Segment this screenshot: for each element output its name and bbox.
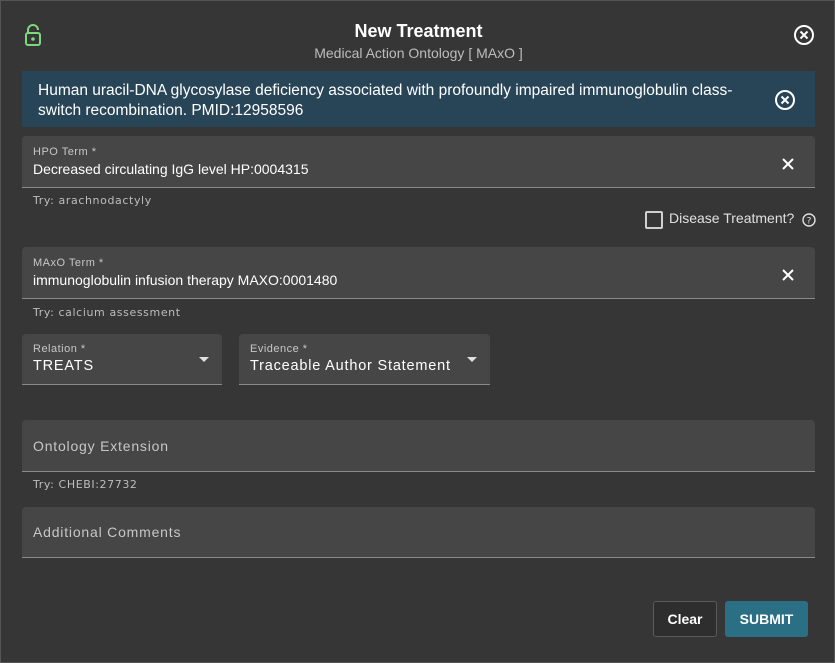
maxo-hint: Try: calcium assessment (33, 306, 181, 319)
hpo-term-value[interactable]: Decreased circulating IgG level HP:00043… (33, 161, 309, 177)
help-circle-icon[interactable]: ? (802, 213, 816, 227)
ontology-extension-field[interactable]: Ontology Extension (22, 420, 815, 472)
clear-maxo-icon[interactable] (780, 267, 796, 283)
svg-text:?: ? (807, 217, 812, 227)
citation-text: Human uracil-DNA glycosylase deficiency … (38, 82, 733, 119)
hpo-hint: Try: arachnodactyly (33, 194, 152, 207)
relation-value: TREATS (33, 358, 94, 374)
hpo-term-label: HPO Term * (33, 146, 97, 158)
citation-banner: Human uracil-DNA glycosylase deficiency … (22, 71, 815, 127)
additional-comments-field[interactable]: Additional Comments (22, 507, 815, 558)
maxo-term-label: MAxO Term * (33, 257, 104, 269)
clear-button[interactable]: Clear (653, 601, 717, 637)
close-dialog-icon[interactable] (793, 24, 815, 46)
evidence-label: Evidence * (250, 343, 308, 355)
maxo-term-field[interactable]: MAxO Term * immunoglobulin infusion ther… (22, 247, 815, 299)
extension-hint: Try: CHEBI:27732 (33, 478, 138, 491)
relation-label: Relation * (33, 343, 86, 355)
evidence-value: Traceable Author Statement (250, 358, 451, 374)
additional-comments-placeholder: Additional Comments (33, 524, 182, 540)
caret-down-icon[interactable] (467, 357, 477, 362)
evidence-select[interactable]: Evidence * Traceable Author Statement (239, 334, 490, 385)
dialog-title: New Treatment (354, 21, 483, 41)
ontology-extension-placeholder: Ontology Extension (33, 438, 169, 454)
hpo-term-field[interactable]: HPO Term * Decreased circulating IgG lev… (22, 136, 815, 188)
relation-select[interactable]: Relation * TREATS (22, 334, 222, 385)
disease-treatment-checkbox[interactable] (645, 211, 663, 229)
disease-treatment-label: Disease Treatment? (669, 210, 795, 226)
submit-button[interactable]: SUBMIT (725, 601, 808, 637)
new-treatment-dialog: New Treatment Medical Action Ontology [ … (0, 0, 835, 663)
dialog-subtitle: Medical Action Ontology [ MAxO ] (314, 45, 523, 61)
close-circle-icon[interactable] (774, 89, 796, 111)
clear-hpo-icon[interactable] (780, 156, 796, 172)
caret-down-icon[interactable] (199, 357, 209, 362)
maxo-term-value[interactable]: immunoglobulin infusion therapy MAXO:000… (33, 272, 337, 288)
